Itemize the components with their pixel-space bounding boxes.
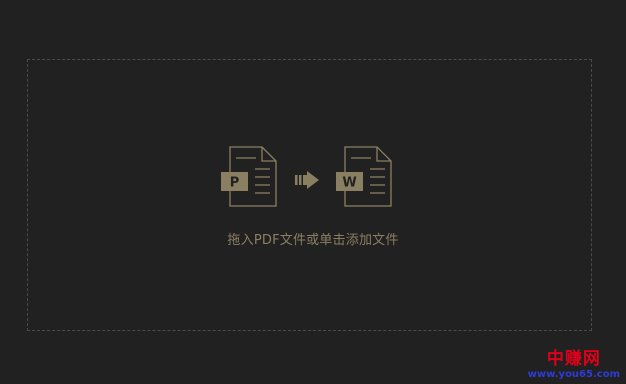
word-file-icon: W bbox=[336, 146, 392, 207]
target-letter: W bbox=[342, 176, 356, 191]
conversion-illustration: P W bbox=[221, 146, 392, 207]
pdf-file-icon: P bbox=[221, 146, 277, 207]
drop-prompt-text: 拖入PDF文件或单击添加文件 bbox=[227, 233, 399, 248]
source-letter: P bbox=[230, 176, 240, 191]
watermark-logo: 中赚网 www.you65.com bbox=[528, 351, 620, 380]
arrow-right-icon bbox=[295, 171, 319, 189]
watermark-title: 中赚网 bbox=[546, 349, 601, 369]
watermark-url: www.you65.com bbox=[527, 369, 620, 380]
